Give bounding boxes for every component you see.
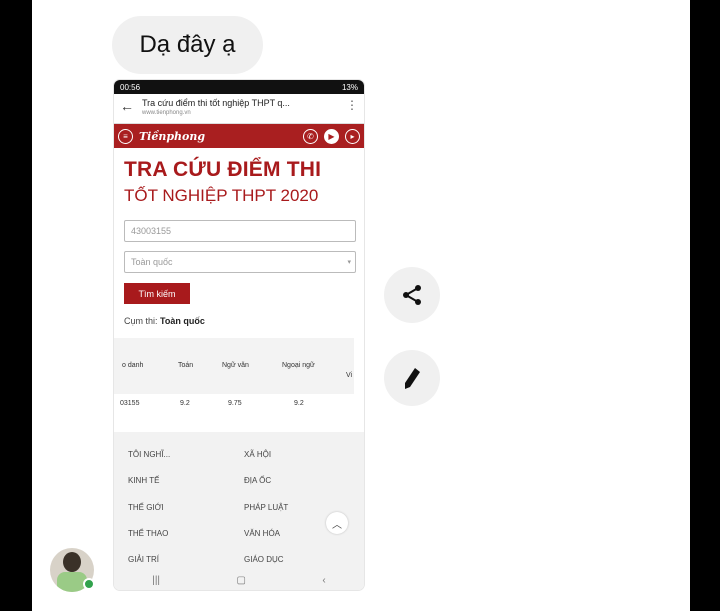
candidate-number-value: 43003155 <box>131 226 172 236</box>
chevron-down-icon: ▾ <box>347 259 351 266</box>
search-button: Tìm kiếm <box>124 283 190 304</box>
site-header: ≡ Tiềnphong ✆ ▶ ▸ <box>114 124 364 148</box>
message-text: Dạ đây ạ <box>139 31 236 58</box>
online-status-dot <box>83 578 95 590</box>
pencil-icon <box>405 368 420 389</box>
menu-item: XÃ HỘI <box>244 450 272 459</box>
candidate-number-field: 43003155 <box>124 220 356 242</box>
table-row: 03155 9.2 9.75 9.2 <box>114 394 354 416</box>
exam-cluster: Cụm thi: Toàn quốc <box>124 316 364 326</box>
message-bubble[interactable]: Dạ đây ạ <box>112 16 263 74</box>
phone-icon: ✆ <box>303 128 318 144</box>
menu-item: PHÁP LUẬT <box>244 503 289 512</box>
menu-item: GIÁO DỤC <box>244 555 284 564</box>
region-select: Toàn quốc ▾ <box>124 251 356 273</box>
menu-item: THẾ GIỚI <box>128 503 164 512</box>
menu-item: THỂ THAO <box>128 529 169 538</box>
back-arrow-icon: ← <box>120 98 134 114</box>
table-header: Ngoại ngữ <box>282 362 315 369</box>
shared-screenshot[interactable]: 00:56 13% ← Tra cứu điểm thi tốt nghiệp … <box>114 80 364 590</box>
table-cell: 9.2 <box>294 400 304 407</box>
table-cell: 9.75 <box>228 400 242 407</box>
hamburger-icon: ≡ <box>118 128 133 144</box>
phone-status-bar: 00:56 13% <box>114 80 364 94</box>
menu-item: ĐỊA ỐC <box>244 476 272 485</box>
scroll-up-icon: ︿ <box>326 512 348 534</box>
edit-button[interactable] <box>384 350 440 406</box>
menu-item: KINH TẾ <box>128 476 160 485</box>
android-nav-bar: ||| ▢ ‹ <box>114 570 364 590</box>
browser-title: Tra cứu điểm thi tốt nghiệp THPT q... <box>142 98 290 108</box>
table-cell: 03155 <box>120 400 140 407</box>
score-table: o danh Toán Ngữ văn Ngoại ngữ Vi 03155 9… <box>114 338 354 416</box>
exam-cluster-value: Toàn quốc <box>160 316 205 326</box>
menu-item: VĂN HÓA <box>244 529 281 538</box>
back-icon: ‹ <box>322 574 326 586</box>
kebab-menu-icon: ⋮ <box>346 98 358 112</box>
page-subheading: TỐT NGHIỆP THPT 2020 <box>124 186 319 205</box>
recent-apps-icon: ||| <box>152 574 161 586</box>
browser-url-bar: ← Tra cứu điểm thi tốt nghiệp THPT q... … <box>114 94 364 124</box>
status-time: 00:56 <box>120 82 141 92</box>
table-header: Vi <box>346 372 353 379</box>
page-heading: TRA CỨU ĐIỂM THI <box>124 158 322 181</box>
video-icon: ▸ <box>345 128 360 144</box>
chat-canvas: Dạ đây ạ 00:56 13% ← Tra cứu điểm thi tố… <box>32 0 690 611</box>
menu-item: GIẢI TRÍ <box>128 555 159 564</box>
share-button[interactable] <box>384 267 440 323</box>
browser-url: www.tienphong.vn <box>142 110 191 116</box>
table-header: Ngữ văn <box>222 362 249 369</box>
table-cell: 9.2 <box>180 400 190 407</box>
category-menu: TÔI NGHĨ... KINH TẾ THẾ GIỚI THỂ THAO GI… <box>114 432 364 570</box>
site-logo: Tiềnphong <box>139 129 206 143</box>
share-icon <box>403 285 421 305</box>
region-select-value: Toàn quốc <box>131 257 173 267</box>
menu-item: TÔI NGHĨ... <box>128 450 171 459</box>
home-icon: ▢ <box>236 574 246 586</box>
play-icon: ▶ <box>324 128 339 144</box>
exam-cluster-label: Cụm thi: <box>124 316 158 326</box>
table-header: o danh <box>122 362 144 369</box>
status-battery: 13% <box>341 82 358 92</box>
table-header: Toán <box>178 362 194 369</box>
